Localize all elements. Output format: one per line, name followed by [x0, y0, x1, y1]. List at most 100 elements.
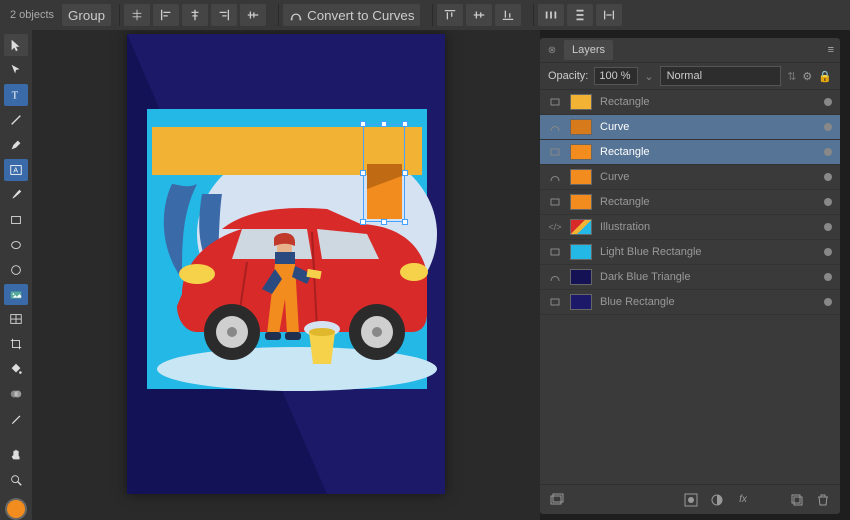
tool-strip: T A	[0, 30, 32, 520]
transparency-tool-icon[interactable]	[4, 383, 28, 405]
pen-tool-icon[interactable]	[4, 134, 28, 156]
svg-text:A: A	[13, 167, 18, 174]
layer-row[interactable]: Light Blue Rectangle	[540, 240, 840, 265]
layer-type-icon	[548, 270, 562, 284]
distribute-v-icon[interactable]	[567, 4, 593, 26]
layer-type-icon	[548, 120, 562, 134]
layer-name-label: Curve	[600, 121, 816, 133]
align-hcenter-icon[interactable]	[182, 4, 208, 26]
align-vcenter-icon[interactable]	[240, 4, 266, 26]
tab-layers[interactable]: Layers	[564, 40, 613, 60]
add-layer-icon[interactable]	[548, 491, 566, 509]
visibility-dot-icon[interactable]	[824, 123, 832, 131]
layer-type-icon	[548, 95, 562, 109]
align-group-1	[119, 4, 270, 26]
distribute-h-icon[interactable]	[538, 4, 564, 26]
duplicate-icon[interactable]	[788, 491, 806, 509]
layer-type-icon	[548, 145, 562, 159]
svg-text:T: T	[12, 90, 19, 101]
ellipse-tool-icon[interactable]	[4, 234, 28, 256]
visibility-dot-icon[interactable]	[824, 223, 832, 231]
crop-tool-icon[interactable]	[4, 333, 28, 355]
line-tool-icon[interactable]	[4, 109, 28, 131]
zoom-tool-icon[interactable]	[4, 469, 28, 491]
panel-tabs: ⊗ Layers ≡	[540, 38, 840, 62]
trash-icon[interactable]	[814, 491, 832, 509]
adjustment-icon[interactable]	[708, 491, 726, 509]
layer-type-icon: </>	[548, 220, 562, 234]
layer-row[interactable]: Rectangle	[540, 90, 840, 115]
gear-icon[interactable]: ⚙	[802, 70, 812, 83]
layer-name-label: Rectangle	[600, 146, 816, 158]
artwork-svg	[127, 34, 445, 494]
convert-to-curves-button[interactable]: Convert to Curves	[283, 4, 420, 26]
text-frame-tool-icon[interactable]: A	[4, 159, 28, 181]
layer-row[interactable]: Curve	[540, 115, 840, 140]
layer-name-label: Dark Blue Triangle	[600, 271, 816, 283]
layer-row[interactable]: Curve	[540, 165, 840, 190]
align-top-icon[interactable]	[437, 4, 463, 26]
visibility-dot-icon[interactable]	[824, 298, 832, 306]
layer-row[interactable]: Rectangle	[540, 140, 840, 165]
layer-name-label: Rectangle	[600, 196, 816, 208]
layer-list[interactable]: Rectangle Curve Rectangle Curve Rectangle </>…	[540, 90, 840, 484]
move-tool-icon[interactable]	[4, 34, 28, 56]
group-button[interactable]: Group	[62, 4, 111, 26]
visibility-dot-icon[interactable]	[824, 173, 832, 181]
opacity-label: Opacity:	[548, 70, 588, 82]
layer-name-label: Rectangle	[600, 96, 816, 108]
layer-row[interactable]: Rectangle	[540, 190, 840, 215]
align-group-2	[432, 4, 525, 26]
layers-panel: ⊗ Layers ≡ Opacity: ⌄ Normal ⇅ ⚙ 🔒 Recta…	[540, 38, 840, 514]
fill-color-well[interactable]	[5, 498, 27, 520]
visibility-dot-icon[interactable]	[824, 98, 832, 106]
lock-icon[interactable]: 🔒	[818, 70, 832, 83]
opacity-input[interactable]	[594, 67, 638, 85]
layer-row[interactable]: </> Illustration	[540, 215, 840, 240]
align-middle-icon[interactable]	[466, 4, 492, 26]
hand-tool-icon[interactable]	[4, 444, 28, 466]
top-toolbar: 2 objects Group Convert to Curves	[0, 0, 850, 30]
text-tool-icon[interactable]: T	[4, 84, 28, 106]
opacity-dropdown-icon[interactable]: ⌄	[644, 70, 653, 83]
layer-row[interactable]: Blue Rectangle	[540, 290, 840, 315]
fx-icon[interactable]: fx	[734, 491, 752, 509]
circle-tool-icon[interactable]	[4, 259, 28, 281]
layer-name-label: Curve	[600, 171, 816, 183]
blend-stepper-icon[interactable]: ⇅	[787, 70, 796, 83]
panel-menu-icon[interactable]: ≡	[828, 44, 834, 56]
mask-icon[interactable]	[682, 491, 700, 509]
align-center-icon[interactable]	[124, 4, 150, 26]
blend-mode-select[interactable]: Normal	[660, 66, 782, 86]
picture-tool-icon[interactable]	[4, 284, 28, 306]
convert-group: Convert to Curves	[278, 4, 424, 26]
eyedropper-tool-icon[interactable]	[4, 408, 28, 430]
fill-tool-icon[interactable]	[4, 358, 28, 380]
panel-footer: fx	[540, 484, 840, 514]
close-panel-icon[interactable]: ⊗	[546, 44, 558, 56]
artboard[interactable]	[127, 34, 445, 494]
selection-count-label: 2 objects	[6, 9, 58, 21]
canvas-area[interactable]	[32, 30, 540, 520]
layer-row[interactable]: Dark Blue Triangle	[540, 265, 840, 290]
distribute-group	[533, 4, 626, 26]
visibility-dot-icon[interactable]	[824, 198, 832, 206]
layer-type-icon	[548, 195, 562, 209]
table-tool-icon[interactable]	[4, 308, 28, 330]
space-h-icon[interactable]	[596, 4, 622, 26]
layer-name-label: Illustration	[600, 221, 816, 233]
node-tool-icon[interactable]	[4, 59, 28, 81]
layer-type-icon	[548, 245, 562, 259]
selection-box[interactable]	[363, 124, 405, 222]
brush-tool-icon[interactable]	[4, 184, 28, 206]
layer-name-label: Light Blue Rectangle	[600, 246, 816, 258]
rectangle-tool-icon[interactable]	[4, 209, 28, 231]
align-bottom-icon[interactable]	[495, 4, 521, 26]
visibility-dot-icon[interactable]	[824, 273, 832, 281]
align-right-icon[interactable]	[211, 4, 237, 26]
opacity-row: Opacity: ⌄ Normal ⇅ ⚙ 🔒	[540, 62, 840, 90]
align-left-icon[interactable]	[153, 4, 179, 26]
layer-type-icon	[548, 170, 562, 184]
visibility-dot-icon[interactable]	[824, 248, 832, 256]
visibility-dot-icon[interactable]	[824, 148, 832, 156]
